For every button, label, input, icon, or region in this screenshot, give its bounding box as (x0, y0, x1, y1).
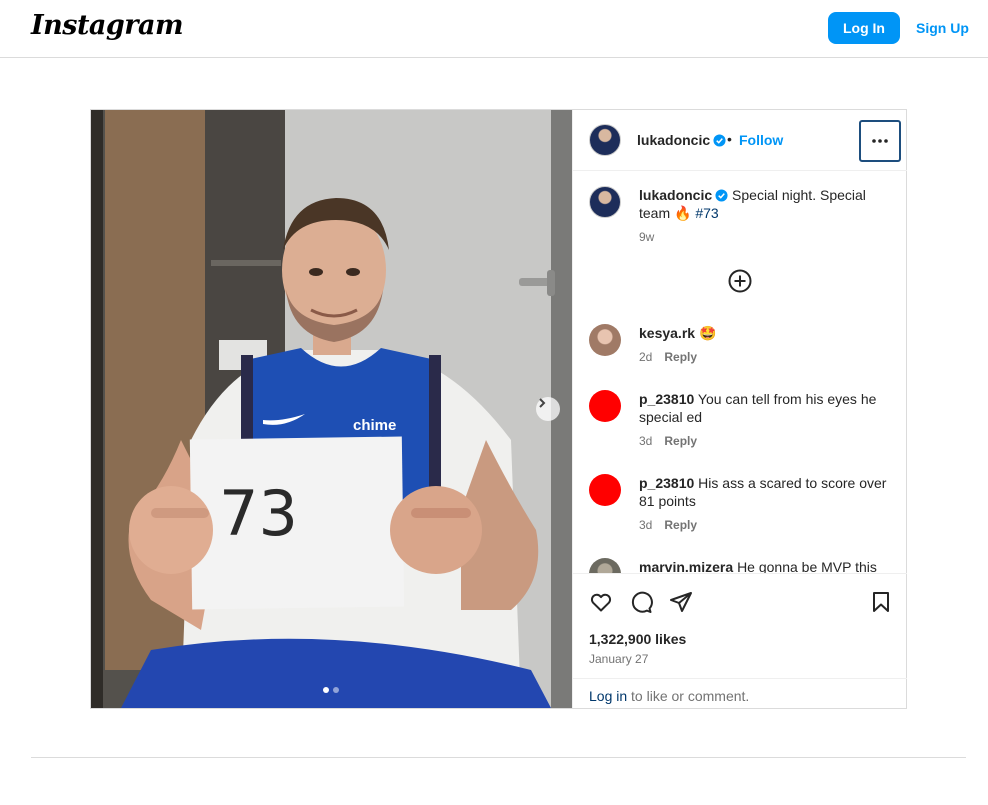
comment-item: p_23810 You can tell from his eyes he sp… (589, 390, 889, 460)
top-bar: Instagram Log In Sign Up (0, 0, 988, 58)
comments-list: lukadoncic Special night. Special team 🔥… (573, 171, 907, 573)
reply-button[interactable]: Reply (664, 350, 697, 364)
follow-button[interactable]: Follow (739, 132, 783, 148)
log-in-link[interactable]: Log in (589, 688, 627, 704)
comment-age: 2d (639, 350, 653, 364)
caption: lukadoncic Special night. Special team 🔥… (589, 186, 889, 246)
jersey-text: chime (353, 417, 396, 434)
carousel-next-button[interactable] (536, 397, 560, 421)
comment-item: marvin.mizera He gonna be MVP this (589, 558, 889, 573)
likes-count[interactable]: 1,322,900 likes (589, 631, 686, 647)
load-more-comments-icon[interactable] (728, 269, 752, 293)
login-prompt: Log in to like or comment. (573, 678, 907, 709)
post-date: January 27 (589, 652, 649, 666)
commenter-username[interactable]: kesya.rk (639, 325, 695, 341)
caption-text: lukadoncic Special night. Special team 🔥… (639, 187, 866, 221)
reply-button[interactable]: Reply (664, 518, 697, 532)
heart-icon[interactable] (589, 590, 613, 614)
commenter-username[interactable]: p_23810 (639, 475, 694, 491)
comment-icon[interactable] (629, 590, 653, 614)
post-header: lukadoncic • Follow (573, 110, 907, 171)
commenter-avatar[interactable] (589, 474, 621, 506)
post-actions: 1,322,900 likes January 27 Log in to lik… (573, 573, 907, 708)
comment-text: 🤩 (698, 325, 717, 341)
caption-avatar[interactable] (589, 186, 621, 218)
post-card: chime 73 lukadoncic • Follow lukadoncic … (90, 109, 907, 709)
comment-age: 3d (639, 518, 653, 532)
commenter-username[interactable]: marvin.mizera (639, 559, 733, 573)
post-sidebar: lukadoncic • Follow lukadoncic Special n… (572, 110, 907, 708)
chevron-right-icon (539, 398, 546, 408)
separator-dot: • (727, 131, 732, 147)
reply-button[interactable]: Reply (664, 434, 697, 448)
paper-sign-text: 73 (219, 477, 298, 550)
carousel-dot (323, 687, 329, 693)
comment-age: 3d (639, 434, 653, 448)
comment-item: kesya.rk 🤩 2d Reply (589, 324, 889, 374)
sign-up-link[interactable]: Sign Up (916, 20, 969, 36)
post-media[interactable]: chime 73 (91, 110, 572, 708)
caption-age: 9w (639, 230, 655, 244)
post-photo: chime 73 (91, 110, 572, 708)
hashtag-link[interactable]: #73 (695, 205, 718, 221)
bookmark-icon[interactable] (869, 590, 893, 614)
verified-badge-icon (713, 134, 726, 147)
commenter-avatar[interactable] (589, 324, 621, 356)
comment-item: p_23810 His ass a scared to score over 8… (589, 474, 889, 544)
more-options-button[interactable] (859, 120, 901, 162)
commenter-avatar[interactable] (589, 390, 621, 422)
commenter-username[interactable]: p_23810 (639, 391, 694, 407)
log-in-button[interactable]: Log In (828, 12, 900, 44)
instagram-logo[interactable]: Instagram (31, 10, 184, 41)
footer-divider (31, 757, 966, 758)
verified-badge-icon (715, 189, 728, 202)
carousel-dot (333, 687, 339, 693)
more-horizontal-icon (872, 139, 888, 143)
author-avatar[interactable] (589, 124, 621, 156)
commenter-avatar[interactable] (589, 558, 621, 573)
comment-text: He gonna be MVP this (737, 559, 877, 573)
author-username[interactable]: lukadoncic (637, 132, 726, 148)
carousel-indicator (323, 687, 339, 693)
share-icon[interactable] (669, 590, 693, 614)
